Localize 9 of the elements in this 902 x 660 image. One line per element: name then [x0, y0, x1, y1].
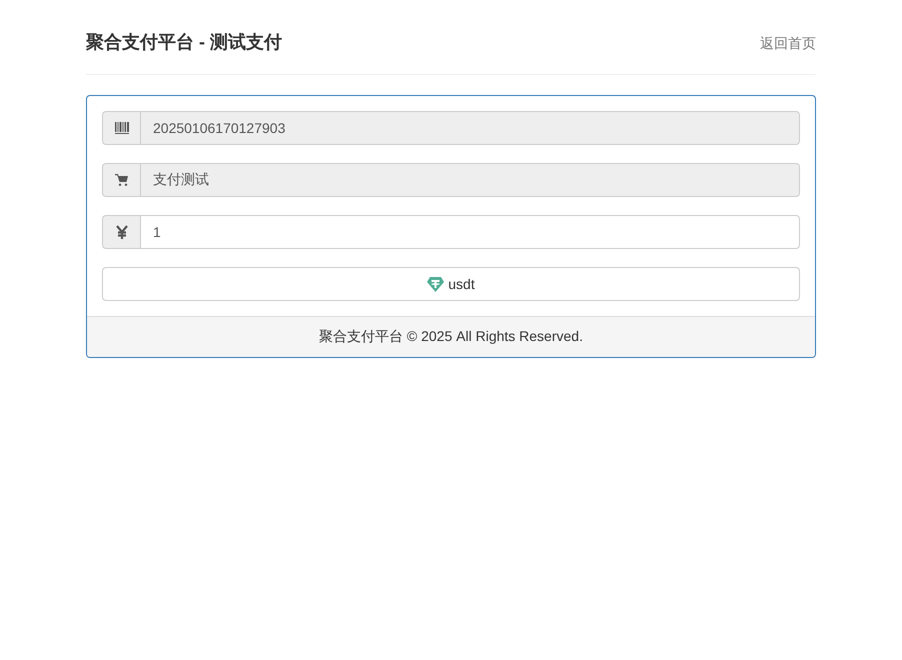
home-link[interactable]: 返回首页	[760, 31, 816, 53]
input-field[interactable]: 1	[140, 215, 800, 249]
page-title: 聚合支付平台 - 测试支付	[86, 31, 282, 54]
copyright-text: 聚合支付平台 © 2025 All Rights Reserved.	[319, 328, 583, 344]
usdt-button[interactable]: usdt	[102, 267, 800, 301]
yen-icon	[116, 225, 128, 239]
barcode-icon	[114, 121, 128, 135]
tether-icon	[427, 276, 444, 292]
cart-icon	[114, 173, 128, 187]
